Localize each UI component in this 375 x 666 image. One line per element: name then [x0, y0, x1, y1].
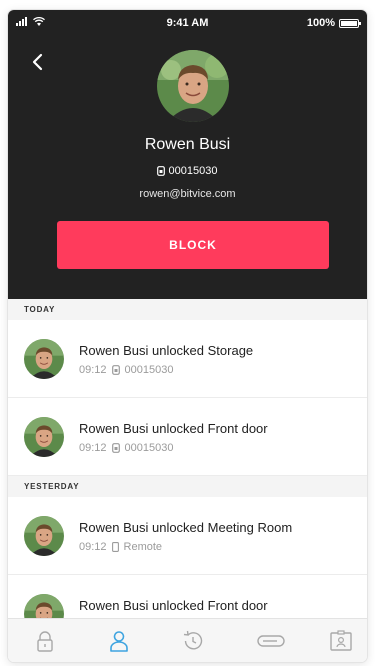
tab-badge-icon[interactable]: [329, 629, 353, 653]
activity-title: Rowen Busi unlocked Meeting Room: [79, 520, 293, 535]
section-today: TODAY: [8, 299, 367, 320]
card-number-text: 00015030: [168, 165, 218, 178]
activity-meta: 09:12 00015030: [79, 364, 173, 376]
profile-avatar: [157, 50, 229, 122]
battery-icon: [339, 18, 361, 28]
profile-card-number: 00015030: [8, 165, 367, 177]
activity-time: 09:12: [79, 442, 107, 454]
phone-icon: [111, 542, 119, 552]
profile-header: 9:41 AM 100% Rowen Busi 00015030 rowen@b…: [8, 10, 367, 299]
activity-method: 00015030: [124, 364, 174, 376]
tab-history-icon[interactable]: [181, 629, 205, 653]
status-right: 100%: [306, 17, 361, 29]
tab-lock-icon[interactable]: [33, 629, 57, 653]
keycard-icon: [111, 443, 120, 453]
activity-row[interactable]: Rowen Busi unlocked Front door 09:12 000…: [8, 398, 367, 476]
activity-method: 00015030: [124, 442, 174, 454]
status-bar: 9:41 AM 100%: [8, 10, 367, 36]
activity-title: Rowen Busi unlocked Front door: [79, 421, 268, 436]
activity-title: Rowen Busi unlocked Front door: [79, 598, 268, 613]
activity-meta: 09:12 Remote: [79, 541, 162, 553]
activity-meta: 09:12 00015030: [79, 442, 173, 454]
activity-time: 09:12: [79, 364, 107, 376]
back-button[interactable]: [26, 50, 50, 74]
tab-keycard-icon[interactable]: [256, 629, 286, 653]
avatar: [24, 339, 64, 379]
activity-row[interactable]: Rowen Busi unlocked Meeting Room 09:12 R…: [8, 497, 367, 575]
keycard-icon: [111, 365, 120, 375]
activity-title: Rowen Busi unlocked Storage: [79, 343, 254, 358]
activity-method: Remote: [123, 541, 163, 553]
battery-percent: 100%: [306, 17, 335, 29]
phone-screen: 9:41 AM 100% Rowen Busi 00015030 rowen@b…: [8, 10, 367, 662]
profile-name: Rowen Busi: [144, 136, 231, 153]
tab-user-icon[interactable]: [107, 629, 131, 653]
keycard-icon: [157, 166, 166, 176]
avatar: [24, 516, 64, 556]
tab-bar: [8, 618, 367, 662]
activity-time: 09:12: [79, 541, 107, 553]
block-button[interactable]: BLOCK: [57, 221, 329, 269]
avatar: [24, 417, 64, 457]
profile-email: rowen@bitvice.com: [139, 188, 236, 200]
section-yesterday: YESTERDAY: [8, 476, 367, 497]
activity-row[interactable]: Rowen Busi unlocked Storage 09:12 000150…: [8, 320, 367, 398]
